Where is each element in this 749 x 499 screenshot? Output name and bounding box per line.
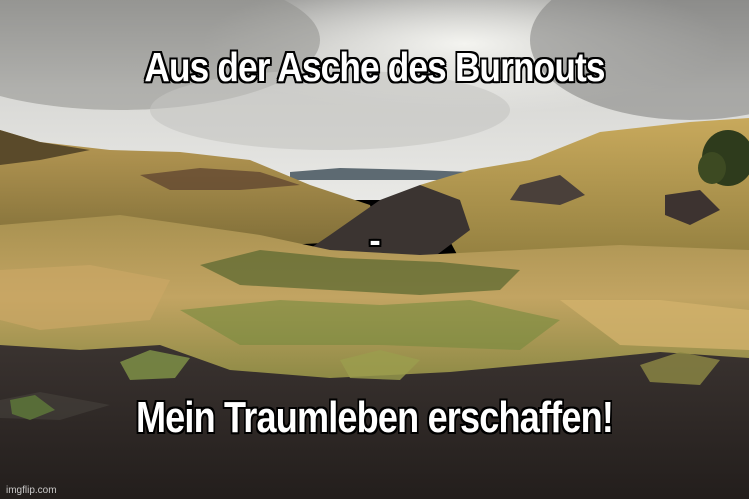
middle-caption: - xyxy=(369,222,380,260)
top-caption: Aus der Asche des Burnouts xyxy=(144,44,605,90)
meme-image: Aus der Asche des Burnouts - Mein Trauml… xyxy=(0,0,749,499)
watermark: imgflip.com xyxy=(6,485,57,496)
bottom-caption: Mein Traumleben erschaffen! xyxy=(135,393,614,442)
